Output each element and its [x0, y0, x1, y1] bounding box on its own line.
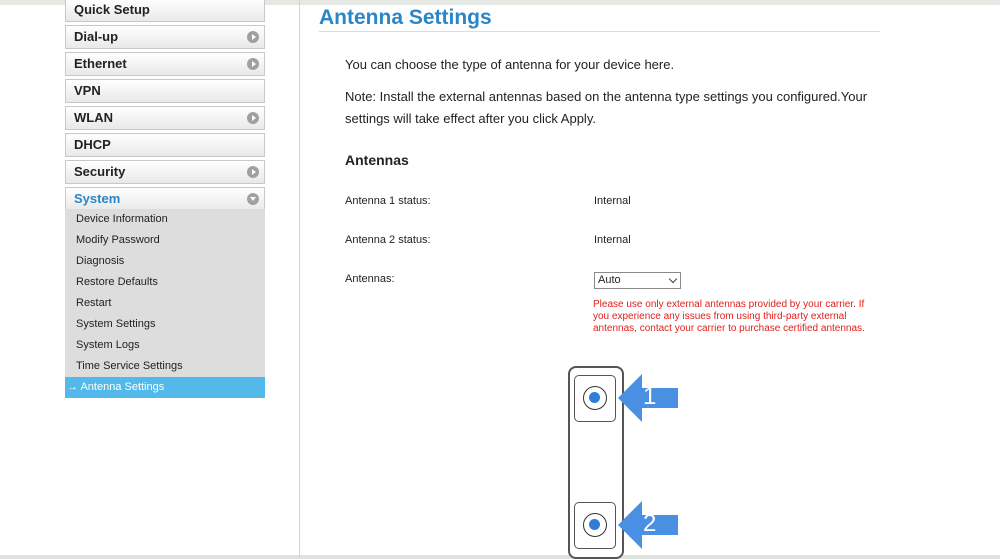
- submenu-item-label: Diagnosis: [76, 255, 125, 267]
- sidebar-item-label: VPN: [74, 83, 101, 98]
- chevron-down-icon: [668, 274, 678, 284]
- sidebar-divider: [299, 0, 300, 559]
- submenu-item-label: Device Information: [76, 213, 168, 225]
- antenna-2-status-value: Internal: [594, 234, 631, 246]
- section-title-antennas: Antennas: [345, 152, 409, 168]
- submenu-item-label: System Settings: [76, 318, 156, 330]
- chevron-down-icon: [247, 193, 259, 205]
- sidebar-item-label: WLAN: [74, 110, 113, 125]
- sidebar-item-vpn[interactable]: VPN: [65, 79, 265, 103]
- system-submenu: Device Information Modify Password Diagn…: [65, 209, 265, 398]
- submenu-item-label: Restart: [76, 297, 112, 309]
- sidebar-item-dhcp[interactable]: DHCP: [65, 133, 265, 157]
- chevron-right-icon: [247, 31, 259, 43]
- antenna-port-dot: [589, 392, 600, 403]
- sidebar-item-label: System: [74, 191, 121, 206]
- sidebar-item-wlan[interactable]: WLAN: [65, 106, 265, 130]
- submenu-item-label: Modify Password: [76, 234, 160, 246]
- callout-number-1: 1: [643, 383, 657, 410]
- submenu-item-restart[interactable]: Restart: [65, 293, 265, 314]
- submenu-item-antenna-settings[interactable]: → Antenna Settings: [65, 377, 265, 398]
- submenu-item-time-service-settings[interactable]: Time Service Settings: [65, 356, 265, 377]
- sidebar-item-label: Dial-up: [74, 29, 119, 44]
- sidebar-item-label: DHCP: [74, 137, 111, 152]
- submenu-item-label: → Antenna Settings: [67, 377, 164, 398]
- antennas-label: Antennas:: [345, 273, 395, 285]
- submenu-item-modify-password[interactable]: Modify Password: [65, 230, 265, 251]
- chevron-right-icon: [247, 112, 259, 124]
- note-line-1: Note: Install the external antennas base…: [345, 89, 868, 104]
- submenu-item-label: Restore Defaults: [76, 276, 158, 288]
- submenu-item-label-text: Antenna Settings: [80, 381, 165, 393]
- antenna-port-2: [574, 502, 616, 549]
- submenu-item-restore-defaults[interactable]: Restore Defaults: [65, 272, 265, 293]
- sidebar-item-system[interactable]: System: [65, 187, 265, 211]
- sidebar-item-ethernet[interactable]: Ethernet: [65, 52, 265, 76]
- callout-number-2: 2: [643, 510, 657, 537]
- page-description: You can choose the type of antenna for y…: [345, 57, 675, 72]
- submenu-item-system-settings[interactable]: System Settings: [65, 314, 265, 335]
- antenna-1-status-value: Internal: [594, 195, 631, 207]
- antennas-select-value: Auto: [598, 274, 621, 286]
- submenu-item-system-logs[interactable]: System Logs: [65, 335, 265, 356]
- sidebar-item-label: Security: [74, 164, 126, 179]
- antenna-1-status-label: Antenna 1 status:: [345, 195, 431, 207]
- submenu-item-label: System Logs: [76, 339, 140, 351]
- sidebar-item-label: Quick Setup: [74, 2, 150, 17]
- arrow-right-icon: →: [67, 381, 78, 393]
- antenna-port-ring: [583, 513, 607, 537]
- sidebar-item-quick-setup[interactable]: Quick Setup: [65, 0, 265, 22]
- antenna-port-1: [574, 375, 616, 422]
- sidebar-item-label: Ethernet: [74, 56, 127, 71]
- note-line-2: settings will take effect after you clic…: [345, 111, 596, 126]
- sidebar-item-dial-up[interactable]: Dial-up: [65, 25, 265, 49]
- antennas-select[interactable]: Auto: [594, 272, 681, 289]
- submenu-item-diagnosis[interactable]: Diagnosis: [65, 251, 265, 272]
- antenna-2-status-label: Antenna 2 status:: [345, 234, 431, 246]
- bottom-border: [0, 555, 1000, 559]
- chevron-right-icon: [247, 166, 259, 178]
- chevron-right-icon: [247, 58, 259, 70]
- page-title: Antenna Settings: [319, 6, 492, 29]
- sidebar-item-security[interactable]: Security: [65, 160, 265, 184]
- antenna-warning-text: Please use only external antennas provid…: [593, 299, 865, 334]
- antenna-port-dot: [589, 519, 600, 530]
- submenu-item-label: Time Service Settings: [76, 360, 183, 372]
- antenna-port-ring: [583, 386, 607, 410]
- submenu-item-device-information[interactable]: Device Information: [65, 209, 265, 230]
- title-divider: [319, 31, 880, 32]
